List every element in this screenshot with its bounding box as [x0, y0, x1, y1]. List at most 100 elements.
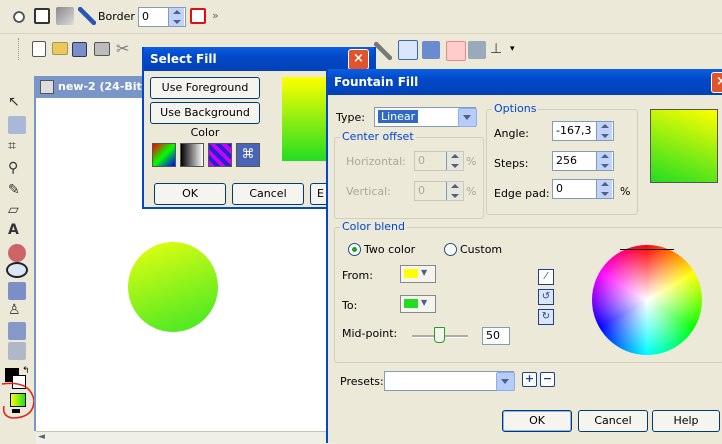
crop-tool-icon[interactable]: ⌗: [8, 138, 26, 156]
use-background-button[interactable]: Use Background Color: [150, 102, 260, 139]
two-color-radio[interactable]: [348, 243, 361, 256]
color-blend-title: Color blend: [340, 220, 407, 233]
brush-tool-icon[interactable]: ♙: [8, 302, 26, 320]
select-area-icon[interactable]: [398, 40, 418, 60]
direct-blend-icon[interactable]: ⁄: [538, 269, 554, 285]
fountain-ok-button[interactable]: OK: [502, 410, 572, 432]
select-fill-titlebar[interactable]: Select Fill ×: [144, 47, 374, 71]
angle-label: Angle:: [494, 127, 530, 140]
use-foreground-button[interactable]: Use Foreground Color: [150, 77, 260, 114]
toolbar-dropdown-icon[interactable]: ▾: [510, 44, 515, 54]
to-color-button[interactable]: ▼: [400, 295, 436, 313]
toolbar-grip: [18, 38, 22, 60]
fountain-fill-close-button[interactable]: ×: [711, 72, 722, 93]
text-tool-icon[interactable]: A: [8, 222, 26, 240]
pen-icon[interactable]: [78, 7, 96, 25]
presets-label: Presets:: [340, 375, 384, 388]
type-dropdown-arrow[interactable]: [458, 108, 477, 127]
presets-select[interactable]: [384, 371, 514, 391]
steps-spinner[interactable]: [596, 152, 612, 170]
from-color-button[interactable]: ▼: [400, 265, 436, 283]
toolbar-row-1: Border 0 »: [0, 0, 722, 34]
from-color-swatch: [404, 269, 418, 278]
vertical-label: Vertical:: [346, 185, 391, 198]
type-value: Linear: [378, 110, 419, 123]
transform-tool-icon[interactable]: [8, 116, 26, 134]
vertical-spinner[interactable]: [446, 182, 462, 200]
two-color-radio-dot: [352, 247, 357, 252]
cw-blend-icon[interactable]: ↻: [538, 309, 554, 325]
gradient-circle[interactable]: [128, 242, 218, 332]
fountain-help-button[interactable]: Help: [652, 410, 720, 432]
rectangle-icon[interactable]: [34, 8, 50, 24]
horizontal-label: Horizontal:: [346, 155, 406, 168]
eyedropper-tool-icon[interactable]: ✎: [8, 182, 26, 200]
angle-spinner[interactable]: [596, 122, 612, 140]
magic-wand-icon[interactable]: [422, 41, 440, 59]
fill-tool-icon[interactable]: [8, 282, 26, 300]
layer-icon[interactable]: [468, 41, 486, 59]
solid-color-fill-icon[interactable]: [152, 143, 176, 167]
select-fill-ok-button[interactable]: OK: [154, 183, 226, 205]
custom-radio[interactable]: [444, 243, 457, 256]
open-folder-icon[interactable]: [52, 42, 68, 55]
texture-fill-icon[interactable]: ⌘: [236, 143, 260, 167]
new-document-icon[interactable]: [32, 41, 46, 57]
vertical-unit: %: [466, 185, 477, 198]
horizontal-scrollbar[interactable]: ◄: [36, 431, 336, 444]
to-color-dropdown-icon: ▼: [421, 298, 428, 307]
border-spinner[interactable]: [168, 8, 184, 26]
horizontal-spinner[interactable]: [446, 152, 462, 170]
select-fill-close-button[interactable]: ×: [348, 49, 369, 70]
midpoint-input[interactable]: 50: [482, 327, 510, 345]
gradient-fill-icon[interactable]: [180, 143, 204, 167]
presets-dropdown-arrow[interactable]: [496, 372, 515, 391]
fountain-fill-titlebar[interactable]: Fountain Fill ×: [328, 69, 722, 95]
pointer-tool-icon[interactable]: ↖: [8, 94, 26, 112]
zoom-tool-icon[interactable]: ⚲: [8, 160, 26, 178]
ellipse-tool-icon[interactable]: [6, 262, 28, 278]
add-preset-icon[interactable]: +: [522, 372, 537, 387]
horizontal-unit: %: [466, 155, 477, 168]
fountain-cancel-button[interactable]: Cancel: [578, 410, 648, 432]
scroll-left-icon[interactable]: ◄: [38, 432, 45, 442]
from-label: From:: [342, 269, 373, 282]
cut-icon[interactable]: ✂: [116, 40, 134, 58]
from-color-dropdown-icon: ▼: [421, 268, 428, 277]
two-color-label: Two color: [364, 243, 416, 256]
pattern-fill-icon[interactable]: [208, 143, 232, 167]
ccw-blend-icon[interactable]: ↺: [538, 289, 554, 305]
color-wheel[interactable]: [592, 245, 702, 355]
edge-pad-spinner[interactable]: [596, 180, 612, 198]
to-label: To:: [342, 299, 358, 312]
to-color-swatch: [404, 299, 418, 308]
center-offset-title: Center offset: [340, 130, 416, 143]
midpoint-value: 50: [486, 329, 500, 342]
midpoint-label: Mid-point:: [342, 327, 398, 340]
border-label: Border: [98, 10, 135, 23]
print-icon[interactable]: [94, 42, 110, 56]
options-title: Options: [492, 102, 539, 115]
select-fill-cancel-button[interactable]: Cancel: [232, 183, 304, 205]
remove-preset-icon[interactable]: −: [540, 372, 555, 387]
edge-pad-unit: %: [620, 185, 631, 198]
midpoint-slider-thumb[interactable]: [434, 327, 445, 343]
steps-label: Steps:: [494, 157, 529, 170]
mask-icon[interactable]: [446, 41, 466, 61]
clone-tool-icon[interactable]: [8, 244, 26, 262]
document-title: new-2 (24-Bit: [58, 80, 142, 93]
eraser-tool-icon[interactable]: ▱: [8, 202, 26, 220]
shape-style-icon[interactable]: [56, 7, 74, 25]
red-square-icon[interactable]: [190, 8, 206, 24]
stamp-icon[interactable]: ⊥: [490, 41, 508, 59]
brush-icon[interactable]: [374, 42, 392, 60]
document-window-titlebar: new-2 (24-Bit: [34, 76, 154, 98]
fountain-fill-dialog: Fountain Fill × Type: Linear Center offs…: [326, 69, 722, 443]
more-arrows-icon[interactable]: »: [212, 9, 219, 22]
fill-bucket-icon[interactable]: [10, 8, 28, 26]
fountain-fill-preview: [650, 109, 718, 183]
edge-pad-label: Edge pad:: [494, 187, 550, 200]
object-tool-icon[interactable]: [8, 322, 26, 340]
save-icon[interactable]: [72, 42, 87, 57]
image-tool-icon[interactable]: [8, 342, 26, 360]
